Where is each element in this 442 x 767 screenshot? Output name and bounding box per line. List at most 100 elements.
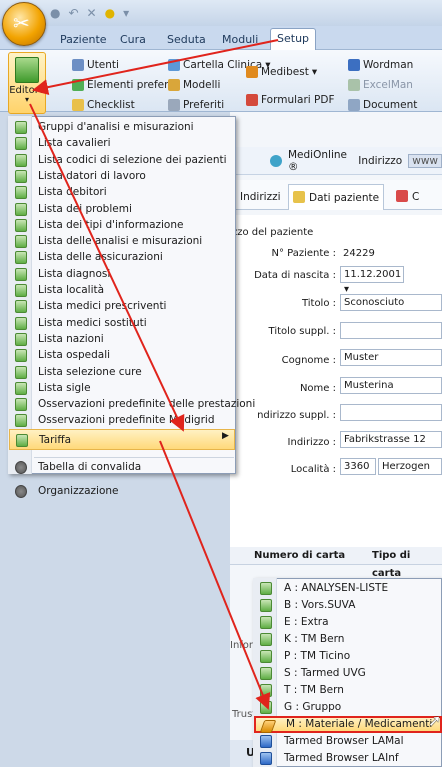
submenu-item-b-vors-suva[interactable]: B : Vors.SUVA (254, 597, 442, 614)
menu-item-gruppi-analisi[interactable]: Gruppi d'analisi e misurazioni (9, 119, 235, 135)
list-icon (15, 332, 27, 346)
excel-icon (348, 79, 360, 91)
list-icon (15, 284, 27, 297)
list-icon (260, 616, 272, 629)
users-icon (72, 59, 84, 71)
submenu-item-tarmed-browser-lainf[interactable]: Tarmed Browser LAInf (254, 750, 442, 767)
menu-item-lista-medici-sostituti[interactable]: Lista medici sostituti (9, 315, 235, 331)
submenu-item-t-tm-bern[interactable]: T : TM Bern (254, 682, 442, 699)
preferiti-button[interactable]: Preferiti (168, 97, 224, 113)
address-input[interactable]: www (408, 153, 442, 168)
modelli-button[interactable]: Modelli (168, 77, 220, 93)
documenti-button[interactable]: Document (348, 97, 417, 113)
tab-dati-paziente-label: Dati paziente (309, 192, 380, 204)
tools-icon[interactable]: ✕ (87, 6, 97, 20)
submenu-item-label: Tarmed Browser LAMal (284, 735, 404, 747)
chevron-down-icon: ▾ (24, 95, 29, 104)
list-icon (15, 218, 27, 232)
tab-indirizzi[interactable]: Indirizzi (236, 184, 285, 210)
menu-item-label: Gruppi d'analisi e misurazioni (38, 121, 194, 133)
checklist-button[interactable]: Checklist (72, 97, 135, 113)
application-orb-button[interactable]: ✂ (2, 2, 46, 46)
menu-item-lista-cavalieri[interactable]: Lista cavalieri (9, 135, 235, 151)
titolo-select[interactable]: Sconosciuto (340, 294, 442, 311)
star-list-icon (168, 99, 180, 111)
submenu-item-m-materiale-medicamenti[interactable]: M : Materiale / Medicamenti (254, 716, 442, 733)
wordman-button[interactable]: Wordman (348, 57, 413, 73)
city-field[interactable]: Herzogen (378, 458, 442, 475)
menu-item-lista-diagnosi[interactable]: Lista diagnosi (9, 266, 235, 282)
menu-item-lista-medici-prescriventi[interactable]: Lista medici prescriventi (9, 298, 235, 314)
tab-moduli[interactable]: Moduli (222, 30, 258, 50)
indirizzo-field[interactable]: Fabrikstrasse 12 (340, 431, 442, 448)
cognome-label: Cognome : (281, 355, 336, 366)
editore-button[interactable]: Editore ▾ (8, 52, 46, 114)
cognome-field[interactable]: Muster (340, 349, 442, 366)
menu-item-label: Lista datori di lavoro (38, 169, 146, 182)
menu-item-label: Lista delle assicurazioni (38, 251, 163, 264)
list-icon (15, 316, 27, 330)
medionline-button[interactable]: MediOnline ® (288, 149, 352, 173)
menu-item-osservazioni-medigrid[interactable]: Osservazioni predefinite Medigrid (9, 412, 235, 428)
submenu-item-g-gruppo[interactable]: G : Gruppo (254, 699, 442, 716)
menu-item-lista-tipi-informazione[interactable]: Lista dei tipi d'informazione (9, 217, 235, 233)
menu-item-label: Organizzazione (38, 485, 119, 497)
menu-item-tariffa[interactable]: Tariffa (9, 429, 235, 450)
menu-item-lista-codici-selezione[interactable]: Lista codici di selezione dei pazienti (9, 152, 235, 168)
tab-seduta[interactable]: Seduta (167, 30, 206, 50)
postcode-field[interactable]: 3360 (340, 458, 376, 475)
menu-item-lista-assicurazioni[interactable]: Lista delle assicurazioni (9, 249, 235, 265)
menu-item-lista-problemi[interactable]: Lista dei problemi (9, 201, 235, 217)
titolo-suppl-field[interactable] (340, 322, 442, 339)
menu-item-lista-nazioni[interactable]: Lista nazioni (9, 331, 235, 347)
medibest-button[interactable]: Medibest ▾ (246, 64, 317, 80)
undo-icon[interactable]: ↶ (68, 6, 78, 20)
menu-item-label: Lista sigle (38, 381, 91, 394)
birthdate-field[interactable]: 11.12.2001 ▾ (340, 266, 404, 295)
checklist-icon (72, 99, 84, 111)
menu-item-osservazioni-prestazioni[interactable]: Osservazioni predefinite delle prestazio… (9, 396, 255, 412)
submenu-item-p-tm-ticino[interactable]: P : TM Ticino (254, 648, 442, 665)
menu-item-label: Osservazioni predefinite delle prestazio… (38, 398, 256, 411)
submenu-item-k-tm-bern[interactable]: K : TM Bern (254, 631, 442, 648)
elementi-preferiti-button[interactable]: Elementi preferiti (72, 77, 178, 93)
customize-icon[interactable]: ▾ (123, 6, 129, 20)
menu-separator (34, 457, 234, 458)
tab-c[interactable]: C (392, 184, 423, 210)
menu-item-lista-ospedali[interactable]: Lista ospedali (9, 347, 235, 363)
lightbulb-icon[interactable]: ● (105, 6, 115, 20)
menu-item-lista-analisi-misurazioni[interactable]: Lista delle analisi e misurazioni (9, 233, 235, 249)
list-icon (15, 365, 27, 379)
menu-item-lista-localita[interactable]: Lista località (9, 282, 235, 298)
nome-field[interactable]: Musterina (340, 377, 442, 394)
menu-item-label: Lista località (38, 284, 105, 296)
save-icon[interactable]: ● (50, 6, 60, 20)
submenu-item-label: K : TM Bern (284, 633, 345, 645)
menu-item-lista-sigle[interactable]: Lista sigle (9, 380, 235, 396)
tab-paziente[interactable]: Paziente (60, 30, 107, 50)
menu-item-lista-datori-lavoro[interactable]: Lista datori di lavoro (9, 168, 235, 184)
submenu-item-s-tarmed-uvg[interactable]: S : Tarmed UVG (254, 665, 442, 682)
submenu-item-label: A : ANALYSEN-LISTE (284, 582, 389, 594)
tab-setup[interactable]: Setup (270, 28, 317, 51)
submenu-arrow-icon: ▶ (222, 431, 229, 441)
utenti-button[interactable]: Utenti (72, 57, 119, 73)
list-icon (15, 267, 27, 281)
submenu-item-tarmed-browser-lamal[interactable]: Tarmed Browser LAMal (254, 733, 442, 750)
tab-dati-paziente[interactable]: Dati paziente (288, 184, 385, 210)
localita-label: Località : (290, 464, 336, 475)
column-numero-di-carta[interactable]: Numero di carta (254, 547, 345, 565)
submenu-item-a-analysen-liste[interactable]: A : ANALYSEN-LISTE (254, 580, 442, 597)
chevron-down-icon: ▾ (311, 66, 318, 78)
menu-item-lista-debitori[interactable]: Lista debitori (9, 184, 235, 200)
menu-item-lista-selezione-cure[interactable]: Lista selezione cure (9, 364, 235, 380)
tab-cura[interactable]: Cura (120, 30, 146, 50)
formulari-pdf-button[interactable]: Formulari PDF (246, 92, 335, 108)
menu-item-organizzazione[interactable]: Organizzazione (9, 481, 235, 502)
excelman-button[interactable]: ExcelMan (348, 77, 413, 93)
list-icon (15, 169, 27, 183)
menu-item-tabella-di-convalida[interactable]: Tabella di convalida (9, 457, 235, 478)
submenu-item-e-extra[interactable]: E : Extra (254, 614, 442, 631)
quick-access-toolbar: ● ↶ ✕ ● ▾ (50, 4, 129, 22)
indirizzo-suppl-field[interactable] (340, 404, 442, 421)
